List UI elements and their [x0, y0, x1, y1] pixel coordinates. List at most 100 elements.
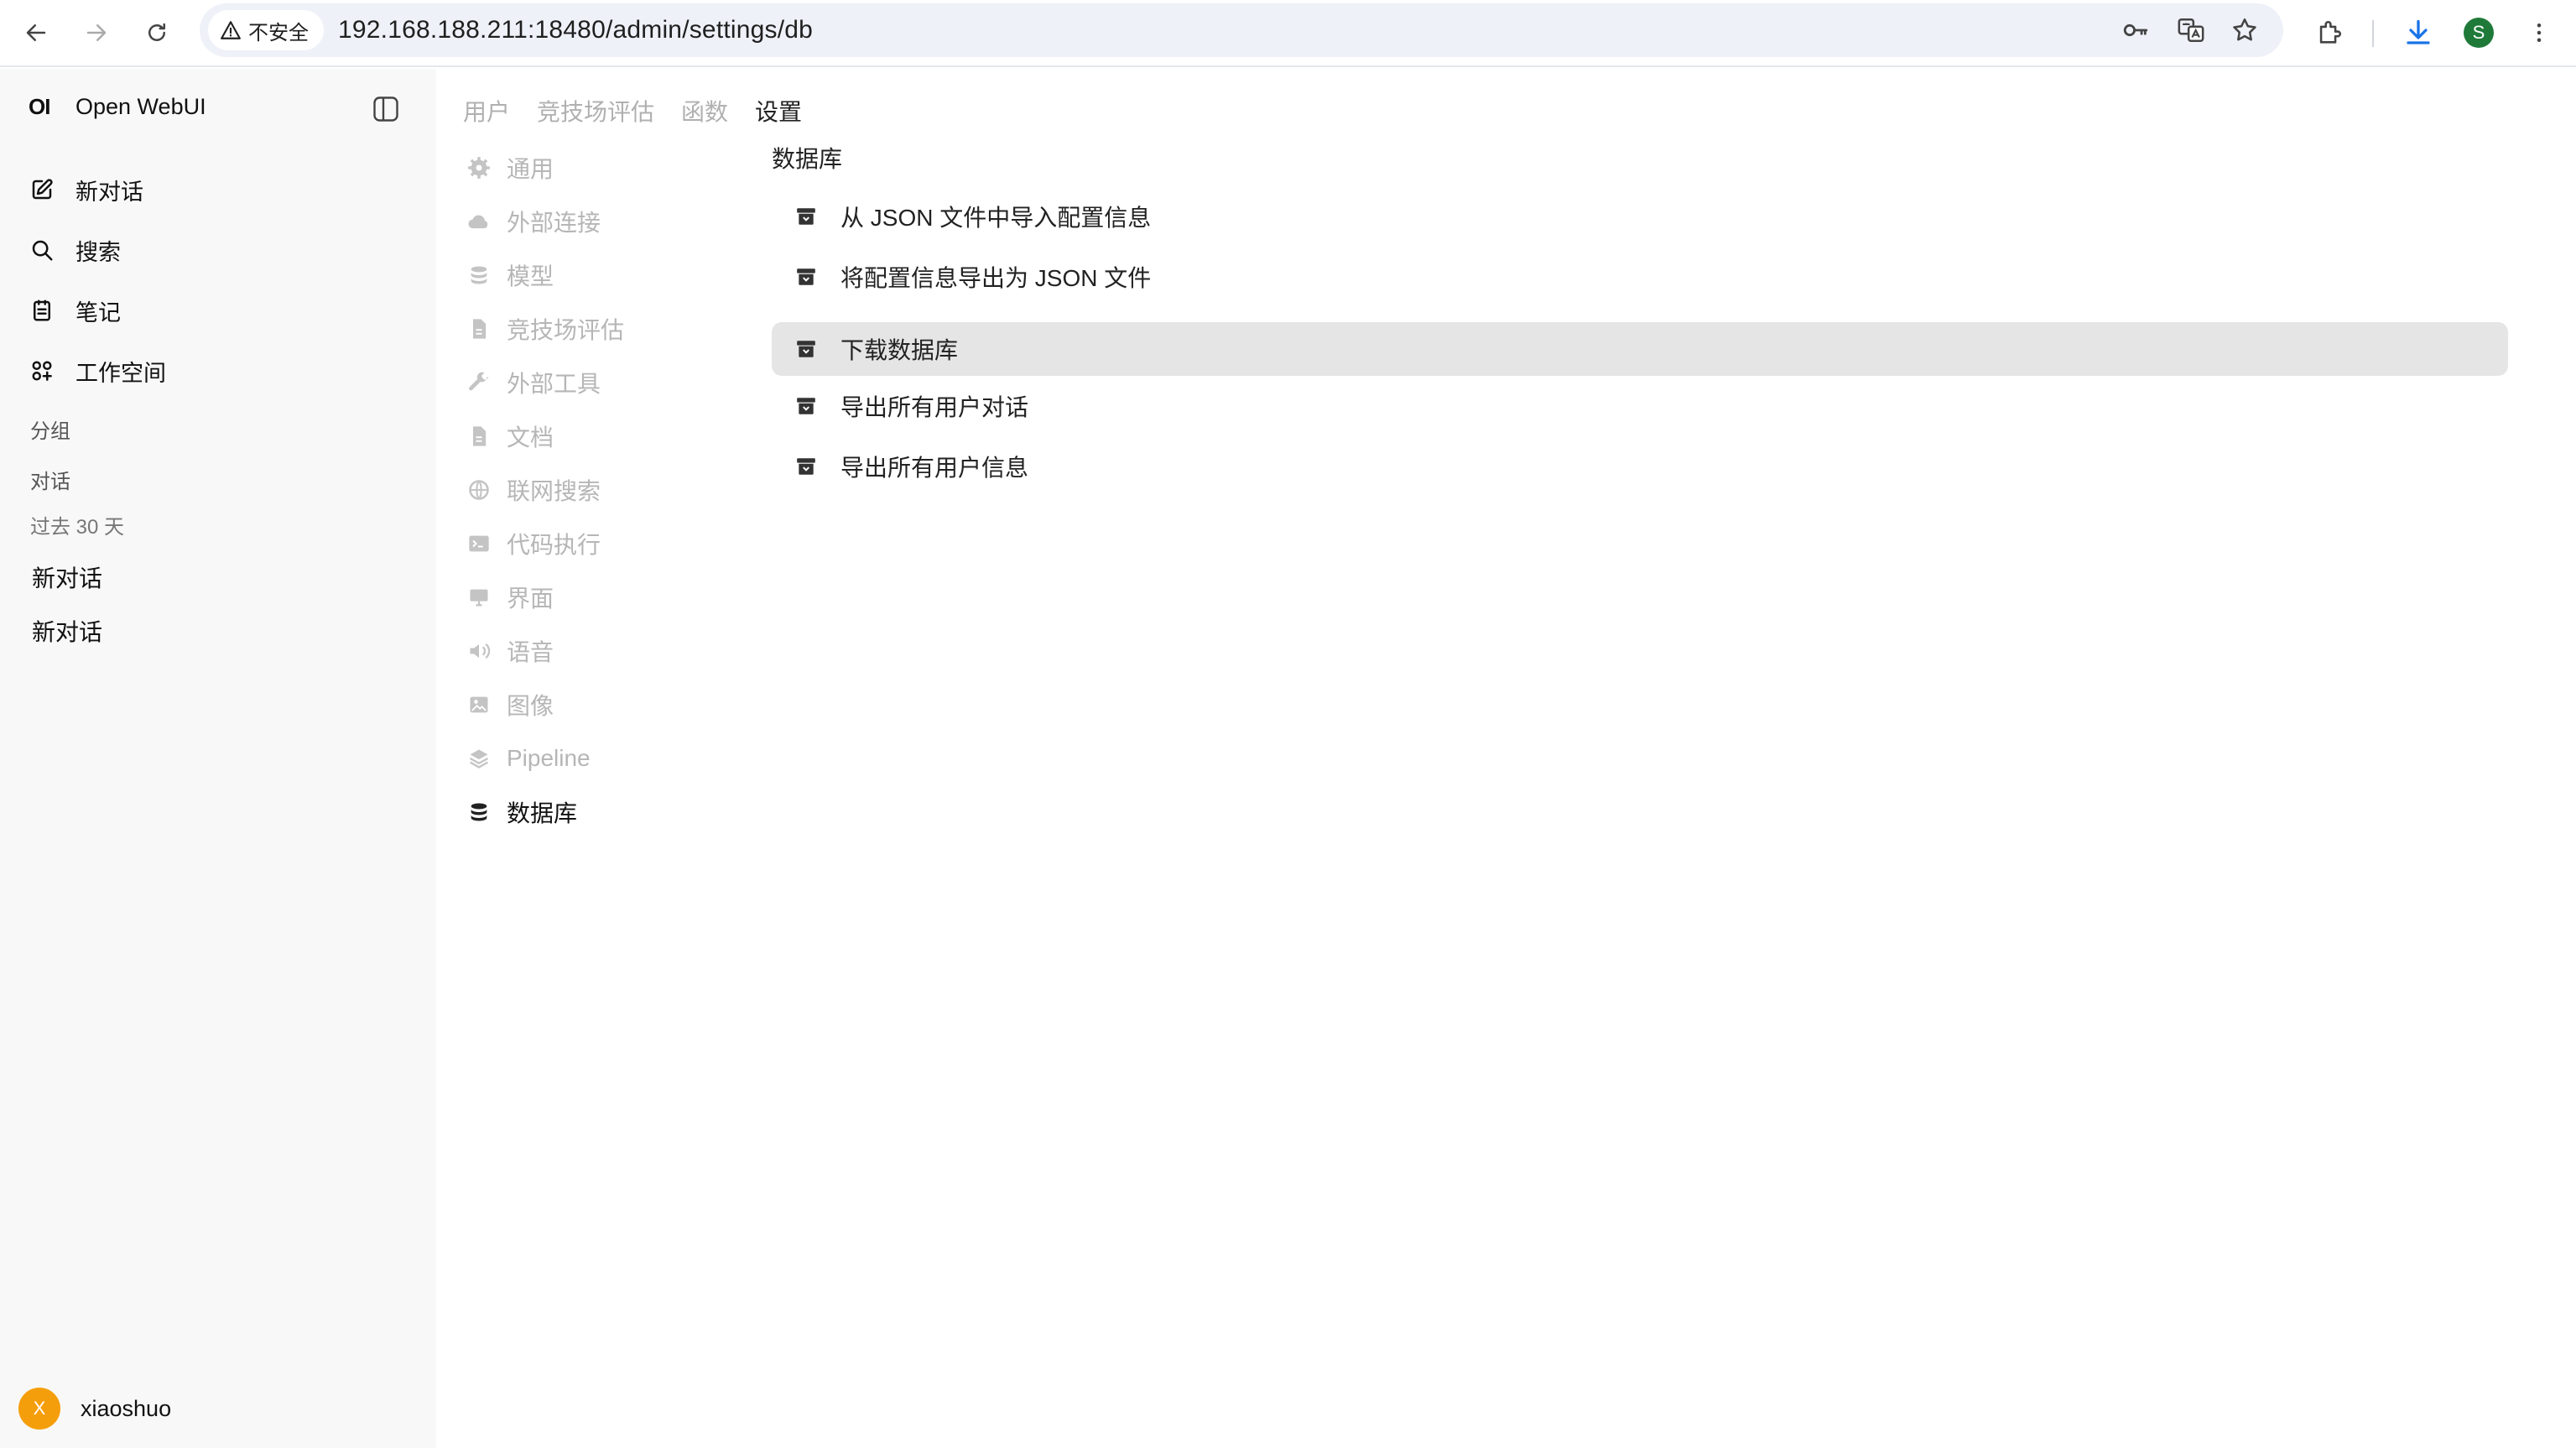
settings-item-label: 界面 — [507, 586, 554, 612]
settings-item-label: 外部工具 — [507, 371, 601, 397]
settings-item-label: 模型 — [507, 263, 554, 289]
action-label: 将配置信息导出为 JSON 文件 — [840, 265, 1152, 291]
user-name: xiaoshuo — [81, 1395, 172, 1421]
sidebar-item-label: 笔记 — [75, 299, 121, 326]
settings-item-database[interactable]: 数据库 — [466, 785, 718, 839]
settings-item-arena[interactable]: 竞技场评估 — [466, 302, 718, 356]
settings-item-audio[interactable]: 语音 — [466, 624, 718, 678]
settings-item-documents[interactable]: 文档 — [466, 409, 718, 463]
password-key-icon[interactable] — [2121, 15, 2151, 45]
page-title: 数据库 — [772, 146, 843, 172]
translate-icon[interactable] — [2176, 15, 2206, 45]
notes-icon — [29, 297, 55, 324]
archive-icon — [794, 454, 819, 479]
settings-item-label: 联网搜索 — [507, 478, 601, 504]
app-name: Open WebUI — [75, 94, 206, 119]
sidebar-item-workspace[interactable]: 工作空间 — [29, 341, 414, 401]
image-icon — [466, 692, 492, 717]
database-icon — [466, 800, 492, 825]
settings-item-images[interactable]: 图像 — [466, 678, 718, 732]
downloads-icon[interactable] — [2397, 12, 2439, 54]
export-users-button[interactable]: 导出所有用户信息 — [772, 440, 2508, 493]
settings-item-pipeline[interactable]: Pipeline — [466, 732, 718, 785]
settings-item-interface[interactable]: 界面 — [466, 570, 718, 624]
tab-users[interactable]: 用户 — [463, 94, 510, 128]
tab-arena[interactable]: 竞技场评估 — [537, 94, 654, 128]
extensions-icon[interactable] — [2308, 12, 2350, 54]
speaker-icon — [466, 638, 492, 664]
reload-button[interactable] — [136, 12, 178, 54]
tab-settings[interactable]: 设置 — [755, 94, 802, 128]
action-label: 导出所有用户信息 — [840, 455, 1029, 481]
settings-item-label: 通用 — [507, 156, 554, 182]
settings-item-label: Pipeline — [507, 745, 591, 771]
sidebar: OI Open WebUI 新对话 搜索 笔记 工作空间 分组 对话 过去 30… — [0, 69, 436, 1448]
settings-nav: 通用 外部连接 模型 竞技场评估 外部工具 文档 联网搜索 代码执行 界面 语音… — [466, 141, 718, 839]
back-arrow-icon — [26, 24, 46, 41]
forward-button[interactable] — [75, 12, 117, 54]
import-config-button[interactable]: 从 JSON 文件中导入配置信息 — [772, 190, 2508, 243]
security-indicator[interactable]: 不安全 — [208, 10, 324, 50]
browser-menu-icon[interactable] — [2518, 12, 2560, 54]
action-label: 从 JSON 文件中导入配置信息 — [840, 205, 1152, 231]
action-label: 下载数据库 — [840, 337, 959, 363]
profile-button[interactable]: S — [2458, 12, 2500, 54]
sidebar-item-new-chat[interactable]: 新对话 — [29, 159, 414, 220]
export-chats-button[interactable]: 导出所有用户对话 — [772, 379, 2508, 433]
cloud-icon — [466, 209, 492, 234]
sidebar-nav: 新对话 搜索 笔记 工作空间 — [29, 159, 414, 401]
avatar: X — [18, 1388, 60, 1430]
tab-functions[interactable]: 函数 — [681, 94, 728, 128]
workspace-icon — [29, 357, 55, 384]
search-icon — [29, 237, 55, 263]
warning-icon — [221, 21, 241, 39]
bookmark-star-icon[interactable] — [2230, 15, 2260, 45]
toolbar-divider — [2372, 20, 2374, 47]
settings-item-tools[interactable]: 外部工具 — [466, 356, 718, 409]
chat-item[interactable]: 新对话 — [32, 614, 102, 648]
layers-icon — [466, 746, 492, 771]
terminal-icon — [466, 531, 492, 556]
address-bar[interactable]: 不安全 192.168.188.211:18480/admin/settings… — [200, 3, 2283, 57]
sidebar-toggle-icon[interactable] — [371, 94, 401, 124]
user-menu[interactable]: X xiaoshuo — [18, 1388, 171, 1430]
monitor-icon — [466, 585, 492, 610]
settings-item-label: 竞技场评估 — [507, 317, 625, 343]
action-label: 导出所有用户对话 — [840, 394, 1029, 420]
settings-item-general[interactable]: 通用 — [466, 141, 718, 195]
groups-heading[interactable]: 分组 — [30, 414, 70, 444]
globe-icon — [466, 477, 492, 503]
period-heading: 过去 30 天 — [30, 516, 125, 539]
browser-toolbar: 不安全 192.168.188.211:18480/admin/settings… — [0, 0, 2576, 67]
document-icon — [466, 316, 492, 341]
settings-item-models[interactable]: 模型 — [466, 248, 718, 302]
export-config-button[interactable]: 将配置信息导出为 JSON 文件 — [772, 250, 2508, 304]
edit-icon — [29, 176, 55, 203]
app-logo: OI — [29, 94, 50, 119]
sidebar-item-search[interactable]: 搜索 — [29, 220, 414, 280]
settings-item-code-execution[interactable]: 代码执行 — [466, 517, 718, 570]
settings-item-label: 数据库 — [507, 800, 578, 826]
sidebar-item-label: 新对话 — [75, 179, 143, 205]
admin-tabs: 用户 竞技场评估 函数 设置 — [463, 94, 802, 128]
settings-item-connections[interactable]: 外部连接 — [466, 195, 718, 248]
settings-item-web-search[interactable]: 联网搜索 — [466, 463, 718, 517]
back-button[interactable] — [15, 12, 57, 54]
settings-item-label: 语音 — [507, 639, 554, 665]
chats-heading[interactable]: 对话 — [30, 465, 70, 494]
archive-icon — [794, 204, 819, 229]
chat-item[interactable]: 新对话 — [32, 560, 102, 594]
sidebar-item-notes[interactable]: 笔记 — [29, 280, 414, 341]
forward-arrow-icon — [86, 24, 107, 41]
profile-avatar: S — [2464, 18, 2494, 48]
settings-item-label: 外部连接 — [507, 210, 601, 236]
url-text[interactable]: 192.168.188.211:18480/admin/settings/db — [338, 3, 813, 57]
download-database-button[interactable]: 下载数据库 — [772, 322, 2508, 376]
gear-icon — [466, 155, 492, 180]
reload-icon — [148, 23, 165, 41]
sidebar-item-label: 工作空间 — [75, 360, 166, 386]
stack-icon — [466, 263, 492, 288]
wrench-icon — [466, 370, 492, 395]
settings-item-label: 文档 — [507, 425, 554, 451]
brand[interactable]: OI Open WebUI — [29, 94, 206, 120]
